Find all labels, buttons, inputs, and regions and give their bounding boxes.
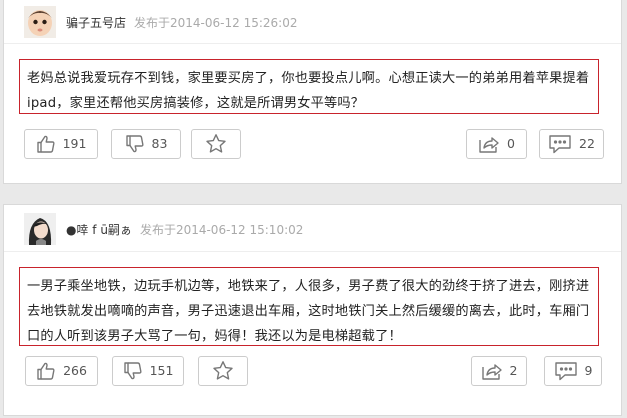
comment-count: 9 (584, 362, 593, 378)
divider (4, 43, 621, 44)
post-timestamp: 发布于2014-06-12 15:26:02 (134, 15, 298, 30)
share-button[interactable]: 2 (471, 356, 527, 386)
thumbs-up-icon (36, 134, 56, 154)
post-timestamp: 发布于2014-06-12 15:10:02 (139, 222, 304, 237)
post-card: ●啈 f ū嗣ぁ 发布于2014-06-12 15:10:02 一男子乘坐地铁，… (3, 204, 622, 416)
share-count: 2 (509, 362, 518, 378)
like-count: 266 (63, 362, 87, 378)
favorite-button[interactable] (198, 356, 248, 386)
share-button[interactable]: 0 (466, 129, 527, 159)
comment-icon (554, 361, 578, 381)
username[interactable]: ●啈 f ū嗣ぁ (66, 221, 132, 238)
comment-button[interactable]: 22 (539, 129, 604, 159)
like-button[interactable]: 191 (24, 129, 98, 159)
share-icon (478, 134, 500, 154)
thumbs-down-icon (125, 134, 145, 154)
dislike-count: 151 (149, 362, 174, 378)
post-header: ●啈 f ū嗣ぁ 发布于2014-06-12 15:10:02 (24, 212, 303, 246)
thumbs-down-icon (123, 361, 143, 381)
star-icon (212, 360, 234, 382)
post-header: 骗子五号店 发布于2014-06-12 15:26:02 (24, 5, 297, 39)
post-content: 一男子乘坐地铁，边玩手机边等，地铁来了，人很多，男子费了很大的劲终于挤了进去，刚… (19, 267, 599, 346)
dislike-button[interactable]: 151 (112, 356, 184, 386)
dislike-button[interactable]: 83 (111, 129, 181, 159)
thumbs-up-icon (36, 361, 56, 381)
like-button[interactable]: 266 (25, 356, 98, 386)
comment-icon (548, 134, 572, 154)
user-avatar[interactable] (24, 213, 56, 245)
share-count: 0 (507, 135, 515, 151)
post-card: 骗子五号店 发布于2014-06-12 15:26:02 老妈总说我爱玩存不到钱… (3, 0, 622, 184)
username[interactable]: 骗子五号店 (66, 14, 126, 31)
comment-button[interactable]: 9 (544, 356, 602, 386)
share-icon (481, 361, 503, 381)
star-icon (205, 133, 227, 155)
divider (4, 251, 621, 252)
post-content: 老妈总说我爱玩存不到钱，家里要买房了，你也要投点儿啊。心想正读大一的弟弟用着苹果… (19, 59, 599, 114)
user-avatar[interactable] (24, 6, 56, 38)
comment-count: 22 (579, 135, 595, 151)
like-count: 191 (62, 135, 87, 151)
favorite-button[interactable] (191, 129, 241, 159)
dislike-count: 83 (151, 135, 168, 151)
